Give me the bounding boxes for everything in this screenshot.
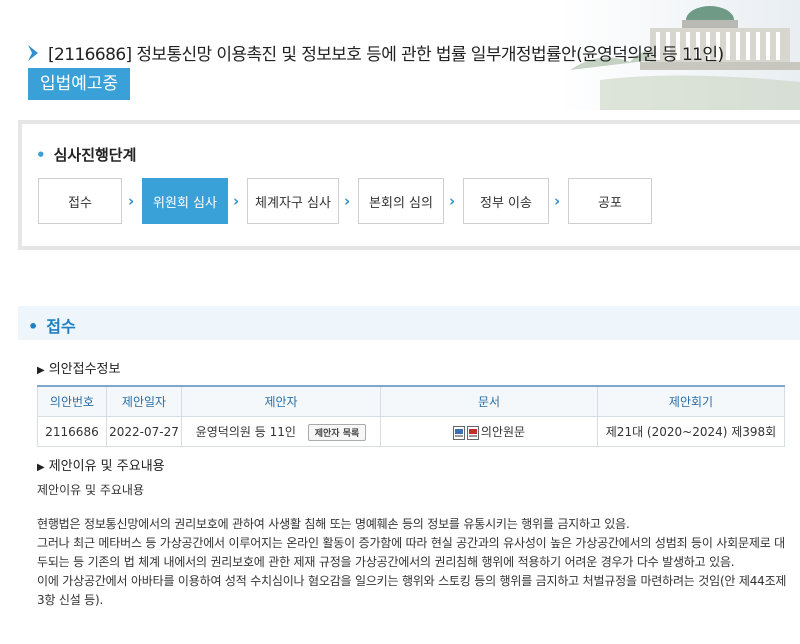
step-arrow-icon: › — [233, 192, 240, 210]
hwp-file-icon[interactable] — [452, 425, 465, 440]
bill-info-heading: ▶ 의안접수정보 — [37, 362, 121, 377]
bill-title-row: [2116686] 정보통신망 이용촉진 및 정보보호 등에 관한 법률 일부개… — [26, 40, 724, 65]
table-header-row: 의안번호 제안일자 제안자 문서 제안회기 — [37, 385, 785, 417]
page-header: [2116686] 정보통신망 이용촉진 및 정보보호 등에 관한 법률 일부개… — [0, 0, 800, 110]
proposer-cell: 윤영덕의원 등 11인 제안자 목록 — [181, 416, 381, 447]
reason-label: 제안이유 및 주요내용 — [37, 483, 144, 497]
step-arrow-icon: › — [128, 192, 135, 210]
reason-paragraph: 그러나 최근 메타버스 등 가상공간에서 이루어지는 온라인 활동이 증가함에 … — [37, 536, 785, 569]
status-badge: 입법예고중 — [28, 68, 131, 100]
step-promulgation: 공포 — [568, 178, 652, 224]
col-document: 문서 — [380, 385, 598, 417]
stage-title: • 심사진행단계 — [36, 146, 137, 164]
col-session: 제안회기 — [597, 385, 785, 417]
step-plenary-review: 본회의 심의 — [358, 178, 444, 224]
step-legislative-review: 체계자구 심사 — [247, 178, 339, 224]
date-cell: 2022-07-27 — [106, 416, 182, 447]
col-bill-no: 의안번호 — [37, 385, 107, 417]
bill-info-table: 의안번호 제안일자 제안자 문서 제안회기 2116686 2022-07-27… — [37, 385, 785, 447]
col-date: 제안일자 — [106, 385, 182, 417]
document-cell: 의안원문 — [380, 416, 598, 447]
section-title: • 접수 — [28, 317, 76, 336]
document-link[interactable]: 의안원문 — [481, 425, 525, 439]
receipt-section-header: • 접수 — [18, 306, 800, 340]
proposer-name: 윤영덕의원 등 11인 — [195, 424, 296, 439]
step-government-transfer: 정부 이송 — [463, 178, 549, 224]
reason-paragraph: 현행법은 정보통신망에서의 권리보호에 관하여 사생활 침해 또는 명예훼손 등… — [37, 517, 630, 531]
table-row: 2116686 2022-07-27 윤영덕의원 등 11인 제안자 목록 의안… — [37, 416, 785, 447]
session-cell: 제21대 (2020~2024) 제398회 — [597, 416, 785, 447]
col-proposer: 제안자 — [181, 385, 381, 417]
step-arrow-icon: › — [554, 192, 561, 210]
bill-no-cell: 2116686 — [37, 416, 107, 447]
chevron-right-icon — [28, 44, 38, 61]
pdf-file-icon[interactable] — [466, 425, 479, 440]
review-stage-panel: • 심사진행단계 접수 › 위원회 심사 › 체계자구 심사 › 본회의 심의 ›… — [18, 120, 800, 250]
reason-body: 현행법은 정보통신망에서의 권리보호에 관하여 사생활 침해 또는 명예훼손 등… — [37, 515, 789, 610]
bill-title: [2116686] 정보통신망 이용촉진 및 정보보호 등에 관한 법률 일부개… — [48, 45, 724, 65]
step-arrow-icon: › — [449, 192, 456, 210]
reason-heading: ▶ 제안이유 및 주요내용 — [37, 459, 165, 474]
step-arrow-icon: › — [344, 192, 351, 210]
proposer-list-button[interactable]: 제안자 목록 — [307, 423, 367, 441]
step-receipt: 접수 — [38, 178, 122, 224]
step-committee-review: 위원회 심사 — [142, 178, 228, 224]
reason-paragraph: 이에 가상공간에서 아바타를 이용하여 성적 수치심이나 혐오감을 일으키는 행… — [37, 574, 787, 607]
